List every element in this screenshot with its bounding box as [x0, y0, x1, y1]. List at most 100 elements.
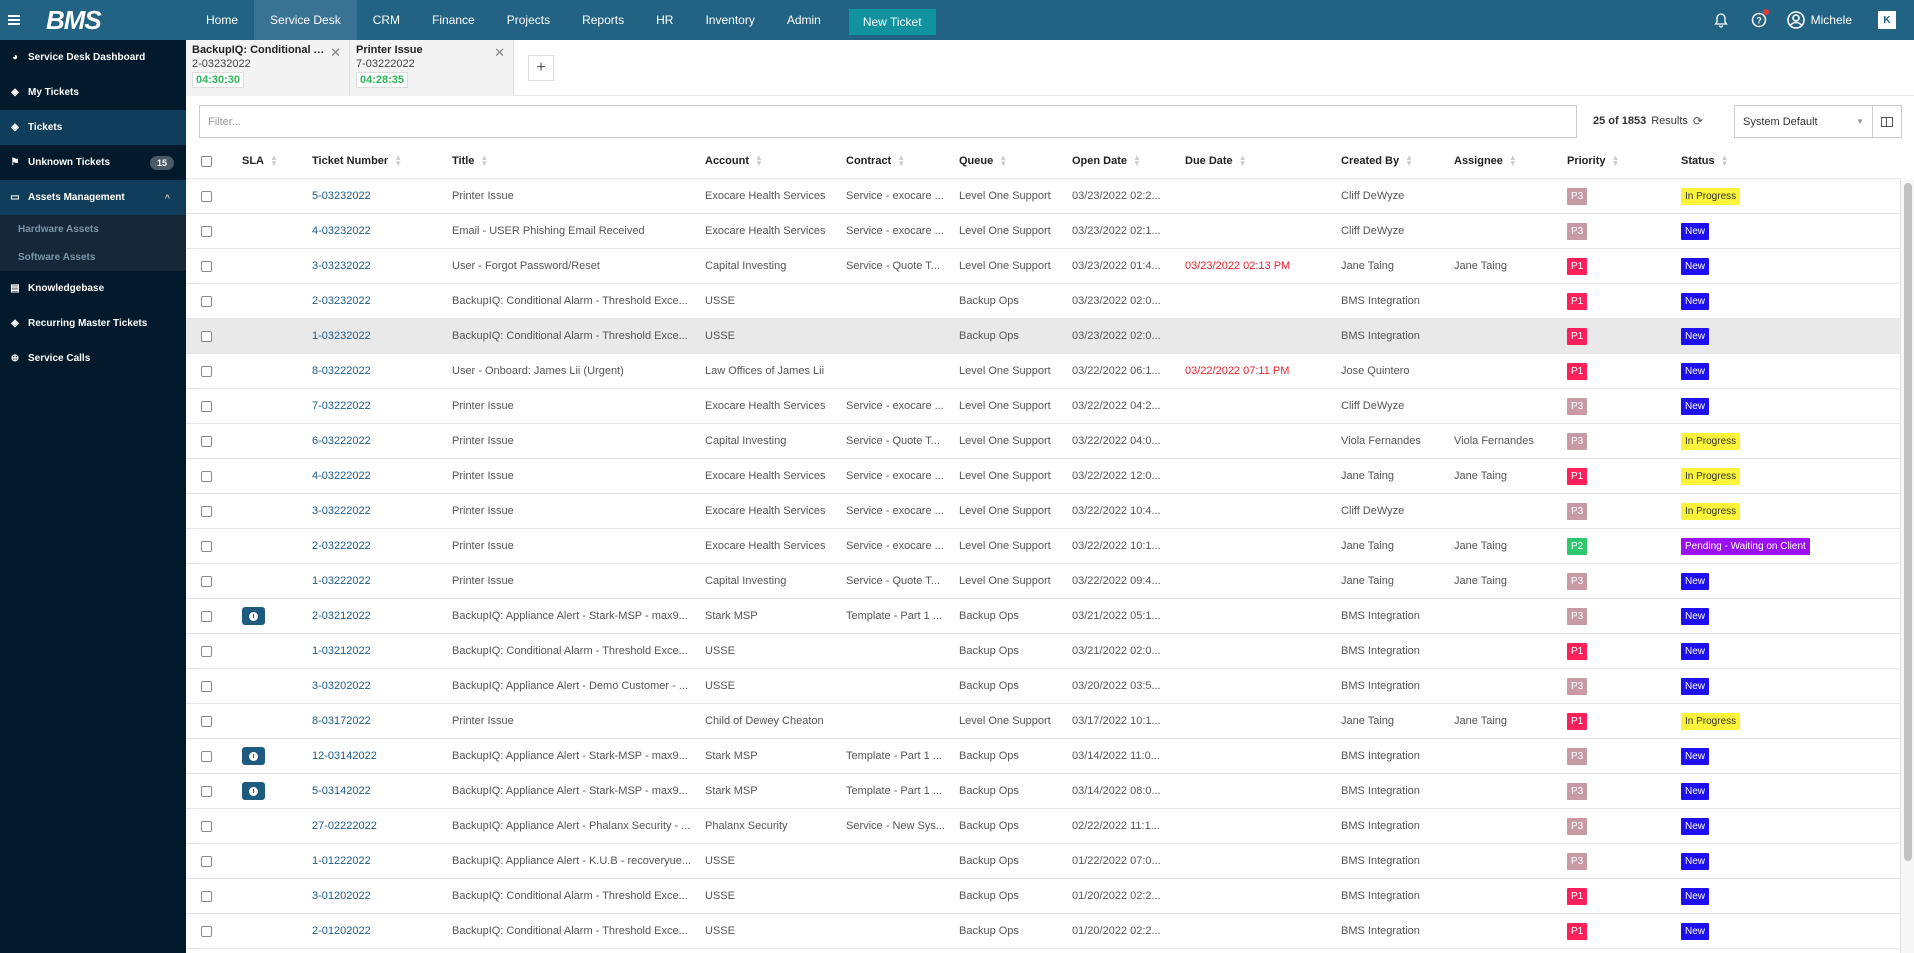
- ticket-number-link[interactable]: 6-03222022: [312, 435, 452, 447]
- table-row[interactable]: 5-03232022 Printer Issue Exocare Health Se…: [186, 179, 1902, 214]
- table-row[interactable]: 1-01222022 BackupIQ: Appliance Alert - K.…: [186, 844, 1902, 879]
- add-tab-button[interactable]: +: [528, 55, 554, 81]
- table-row[interactable]: 2-03222022 Printer Issue Exocare Health Se…: [186, 529, 1902, 564]
- close-icon[interactable]: ✕: [494, 45, 505, 61]
- row-checkbox[interactable]: [201, 715, 212, 727]
- table-row[interactable]: 8-03172022 Printer Issue Child of Dewey Ch…: [186, 704, 1902, 739]
- column-layout-button[interactable]: [1872, 105, 1902, 138]
- row-checkbox[interactable]: [201, 505, 212, 517]
- ticket-number-link[interactable]: 1-01222022: [312, 855, 452, 867]
- row-checkbox[interactable]: [201, 645, 212, 657]
- column-header-assignee[interactable]: Assignee ▲ ▼: [1454, 144, 1567, 179]
- nav-reports[interactable]: Reports: [566, 0, 640, 40]
- row-checkbox[interactable]: [201, 295, 212, 307]
- table-row[interactable]: 2-03212022 BackupIQ: Appliance Alert - St…: [186, 599, 1902, 634]
- app-logo[interactable]: BMS: [46, 5, 166, 36]
- ticket-number-link[interactable]: 2-03212022: [312, 610, 452, 622]
- filter-input[interactable]: [199, 105, 1577, 138]
- select-all-checkbox[interactable]: [201, 155, 212, 167]
- nav-crm[interactable]: CRM: [357, 0, 416, 40]
- table-row[interactable]: 1-03222022 Printer Issue Capital Investing…: [186, 564, 1902, 599]
- ticket-tab[interactable]: BackupIQ: Conditional Al... 2-03232022 0…: [186, 40, 350, 96]
- ticket-number-link[interactable]: 7-03222022: [312, 400, 452, 412]
- table-row[interactable]: 3-01202022 BackupIQ: Conditional Alarm - …: [186, 879, 1902, 914]
- ticket-number-link[interactable]: 8-03222022: [312, 365, 452, 377]
- column-header-open-date[interactable]: Open Date ▲ ▼: [1072, 144, 1185, 179]
- column-header-ticket-number[interactable]: Ticket Number ▲ ▼: [312, 144, 452, 179]
- nav-home[interactable]: Home: [190, 0, 254, 40]
- table-row[interactable]: 5-03142022 BackupIQ: Appliance Alert - St…: [186, 774, 1902, 809]
- column-header-contract[interactable]: Contract ▲ ▼: [846, 144, 959, 179]
- ticket-number-link[interactable]: 8-03172022: [312, 715, 452, 727]
- table-row[interactable]: 1-03232022 BackupIQ: Conditional Alarm - …: [186, 319, 1902, 354]
- ticket-number-link[interactable]: 5-03232022: [312, 190, 452, 202]
- refresh-icon[interactable]: ⟳: [1693, 114, 1703, 128]
- table-row[interactable]: 8-03222022 User - Onboard: James Lii (Urg…: [186, 354, 1902, 389]
- row-checkbox[interactable]: [201, 330, 212, 342]
- new-ticket-button[interactable]: New Ticket: [848, 8, 936, 35]
- table-row[interactable]: 2-03232022 BackupIQ: Conditional Alarm - …: [186, 284, 1902, 319]
- column-header-created-by[interactable]: Created By ▲ ▼: [1341, 144, 1454, 179]
- table-row[interactable]: 3-03202022 BackupIQ: Appliance Alert - De…: [186, 669, 1902, 704]
- table-row[interactable]: 2-01202022 BackupIQ: Conditional Alarm - …: [186, 914, 1902, 949]
- nav-finance[interactable]: Finance: [416, 0, 491, 40]
- sla-clock-button[interactable]: [242, 747, 265, 765]
- column-header-title[interactable]: Title ▲ ▼: [452, 144, 705, 179]
- help-button[interactable]: ?: [1749, 9, 1769, 30]
- row-checkbox[interactable]: [201, 470, 212, 482]
- table-row[interactable]: 6-03222022 Printer Issue Capital Investing…: [186, 424, 1902, 459]
- row-checkbox[interactable]: [201, 435, 212, 447]
- column-header-sla[interactable]: SLA ▲ ▼: [242, 144, 312, 179]
- row-checkbox[interactable]: [201, 575, 212, 587]
- ticket-number-link[interactable]: 1-03222022: [312, 575, 452, 587]
- sidebar-item-assets-management[interactable]: ▭ Assets Management ^: [0, 180, 186, 215]
- sidebar-item-service-calls[interactable]: ⊕ Service Calls: [0, 341, 186, 376]
- row-checkbox[interactable]: [201, 890, 212, 902]
- table-row[interactable]: 3-03222022 Printer Issue Exocare Health Se…: [186, 494, 1902, 529]
- close-icon[interactable]: ✕: [330, 45, 341, 61]
- table-row[interactable]: 7-03222022 Printer Issue Exocare Health Se…: [186, 389, 1902, 424]
- table-row[interactable]: 27-02222022 BackupIQ: Appliance Alert - P…: [186, 809, 1902, 844]
- k-logo-icon[interactable]: K: [1878, 11, 1896, 29]
- ticket-number-link[interactable]: 3-03202022: [312, 680, 452, 692]
- row-checkbox[interactable]: [201, 820, 212, 832]
- ticket-number-link[interactable]: 27-02222022: [312, 820, 452, 832]
- row-checkbox[interactable]: [201, 750, 212, 762]
- sidebar-item-tickets[interactable]: ◈ Tickets: [0, 110, 186, 145]
- table-row[interactable]: 4-03232022 Email - USER Phishing Email Re…: [186, 214, 1902, 249]
- ticket-number-link[interactable]: 2-03222022: [312, 540, 452, 552]
- ticket-number-link[interactable]: 1-03212022: [312, 645, 452, 657]
- menu-toggle-button[interactable]: [0, 0, 28, 40]
- sla-clock-button[interactable]: [242, 607, 265, 625]
- sidebar-item-my-tickets[interactable]: ◈ My Tickets: [0, 75, 186, 110]
- sidebar-item-service-desk-dashboard[interactable]: ◕ Service Desk Dashboard: [0, 40, 186, 75]
- ticket-number-link[interactable]: 4-03232022: [312, 225, 452, 237]
- table-row[interactable]: 4-03222022 Printer Issue Exocare Health Se…: [186, 459, 1902, 494]
- column-header-priority[interactable]: Priority ▲ ▼: [1567, 144, 1681, 179]
- sla-clock-button[interactable]: [242, 782, 265, 800]
- nav-hr[interactable]: HR: [640, 0, 689, 40]
- row-checkbox[interactable]: [201, 925, 212, 937]
- notifications-button[interactable]: [1711, 10, 1731, 30]
- row-checkbox[interactable]: [201, 855, 212, 867]
- sidebar-subitem-hardware-assets[interactable]: Hardware Assets: [0, 215, 186, 243]
- user-menu[interactable]: Michele: [1786, 11, 1852, 29]
- column-header-account[interactable]: Account ▲ ▼: [705, 144, 846, 179]
- nav-projects[interactable]: Projects: [491, 0, 566, 40]
- row-checkbox[interactable]: [201, 785, 212, 797]
- table-row[interactable]: 3-03232022 User - Forgot Password/Reset Ca…: [186, 249, 1902, 284]
- column-header-status[interactable]: Status ▲ ▼: [1681, 144, 1841, 179]
- nav-admin[interactable]: Admin: [771, 0, 837, 40]
- row-checkbox[interactable]: [201, 540, 212, 552]
- nav-service-desk[interactable]: Service Desk: [254, 0, 357, 40]
- ticket-number-link[interactable]: 3-01202022: [312, 890, 452, 902]
- row-checkbox[interactable]: [201, 190, 212, 202]
- view-select[interactable]: System Default ▼: [1734, 105, 1873, 138]
- table-row[interactable]: 12-03142022 BackupIQ: Appliance Alert - S…: [186, 739, 1902, 774]
- column-header-due-date[interactable]: Due Date ▲ ▼: [1185, 144, 1341, 179]
- nav-inventory[interactable]: Inventory: [689, 0, 770, 40]
- sidebar-item-knowledgebase[interactable]: ▤ Knowledgebase: [0, 271, 186, 306]
- ticket-number-link[interactable]: 2-03232022: [312, 295, 452, 307]
- row-checkbox[interactable]: [201, 680, 212, 692]
- row-checkbox[interactable]: [201, 225, 212, 237]
